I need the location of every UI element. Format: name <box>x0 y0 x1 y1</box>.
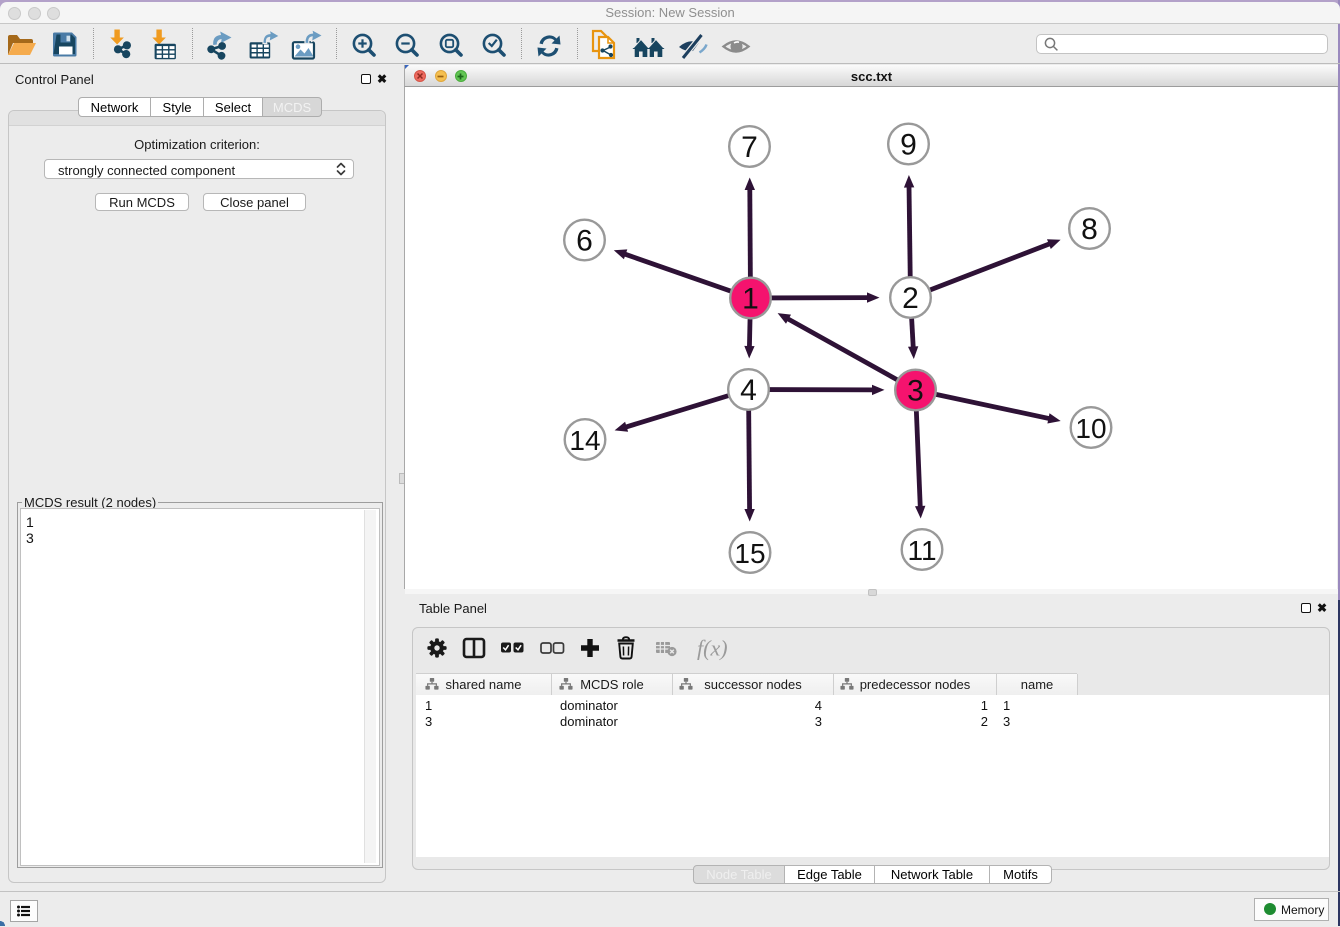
svg-text:2: 2 <box>902 282 919 315</box>
svg-text:10: 10 <box>1075 413 1106 444</box>
svg-text:11: 11 <box>907 535 936 566</box>
svg-text:1: 1 <box>742 283 759 316</box>
svg-text:8: 8 <box>1081 213 1098 246</box>
svg-text:15: 15 <box>734 538 765 569</box>
svg-text:4: 4 <box>740 374 757 407</box>
svg-text:6: 6 <box>576 225 593 258</box>
svg-text:3: 3 <box>907 375 924 408</box>
svg-text:9: 9 <box>900 129 917 162</box>
svg-text:7: 7 <box>741 131 758 164</box>
svg-text:14: 14 <box>569 425 600 456</box>
svg-text:f(x): f(x) <box>697 636 728 661</box>
